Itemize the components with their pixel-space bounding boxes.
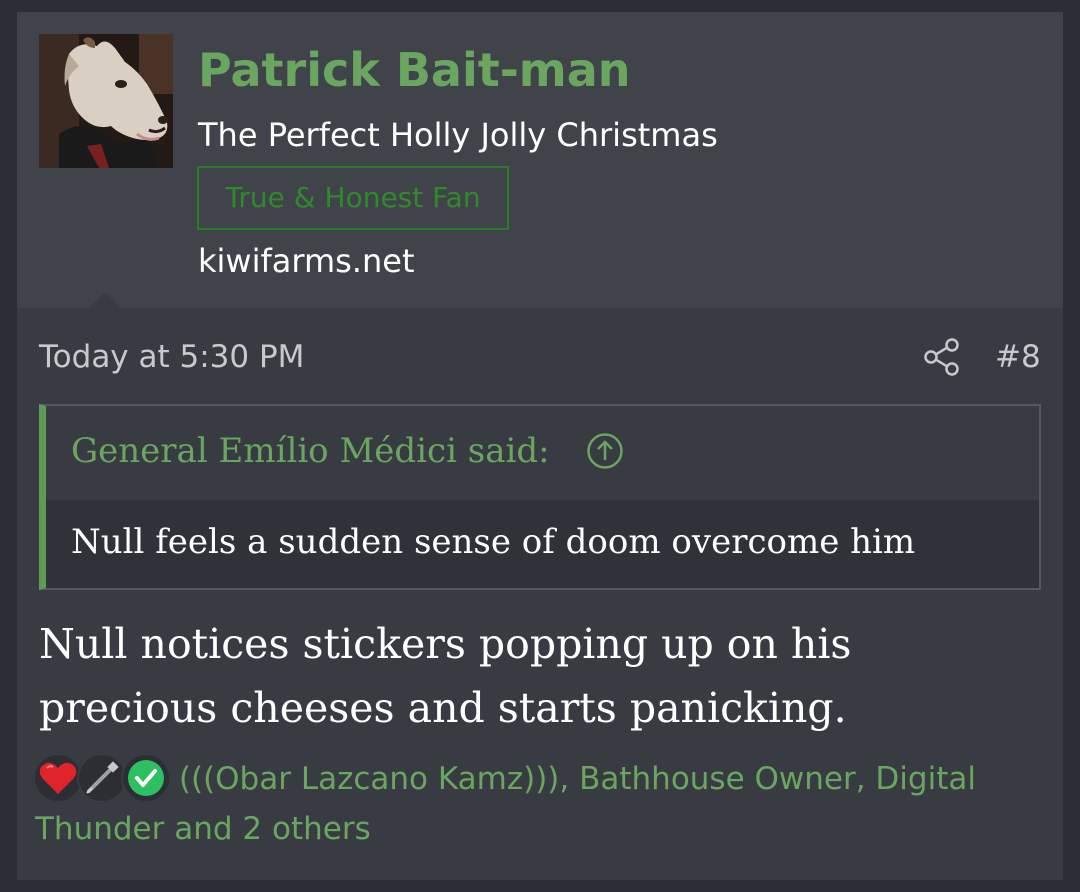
reactions-bar[interactable]: (((Obar Lazcano Kamz))), Bathhouse Owner… <box>35 754 1045 854</box>
avatar-image <box>39 34 173 168</box>
share-icon[interactable] <box>922 337 962 377</box>
user-banner: True & Honest Fan <box>197 166 509 230</box>
avatar[interactable] <box>39 34 173 168</box>
arrow-up-circle-icon[interactable] <box>586 432 624 470</box>
quote-body: Null feels a sudden sense of doom overco… <box>71 522 916 562</box>
quote-header: General Emílio Médici said: <box>46 406 1039 500</box>
heart-icon <box>35 755 81 801</box>
user-title: The Perfect Holly Jolly Christmas <box>198 116 718 154</box>
post-card: Patrick Bait-man The Perfect Holly Jolly… <box>17 12 1063 880</box>
post-message: Null notices stickers popping up on his … <box>39 620 852 732</box>
checkmark-icon <box>123 755 169 801</box>
user-block-arrow <box>89 292 121 308</box>
quote-block: General Emílio Médici said: Null feels a… <box>39 404 1041 590</box>
post-timestamp[interactable]: Today at 5:30 PM <box>39 334 304 380</box>
quote-author[interactable]: General Emílio Médici said: <box>71 428 550 474</box>
reactions-text[interactable]: (((Obar Lazcano Kamz))), Bathhouse Owner… <box>35 761 976 847</box>
user-block: Patrick Bait-man The Perfect Holly Jolly… <box>17 12 1063 308</box>
reaction-icons[interactable] <box>35 755 169 801</box>
username[interactable]: Patrick Bait-man <box>198 40 631 100</box>
post-number[interactable]: #8 <box>995 334 1041 380</box>
syringe-icon <box>79 755 125 801</box>
user-site: kiwifarms.net <box>198 242 415 280</box>
